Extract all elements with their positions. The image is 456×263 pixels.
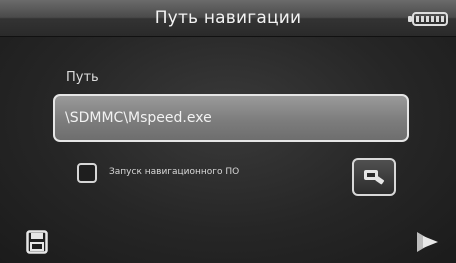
- battery-icon: [408, 12, 448, 26]
- search-icon: [364, 170, 385, 185]
- title-bar: Путь навигации: [0, 0, 456, 37]
- path-input[interactable]: \SDMMC\Mspeed.exe: [53, 94, 409, 142]
- next-arrow-icon[interactable]: [414, 230, 440, 254]
- autostart-checkbox[interactable]: [77, 163, 97, 183]
- page-title: Путь навигации: [154, 8, 302, 28]
- save-icon[interactable]: [26, 230, 48, 254]
- autostart-label: Запуск навигационного ПО: [109, 167, 240, 177]
- path-label: Путь: [66, 70, 99, 85]
- browse-button[interactable]: [352, 158, 396, 196]
